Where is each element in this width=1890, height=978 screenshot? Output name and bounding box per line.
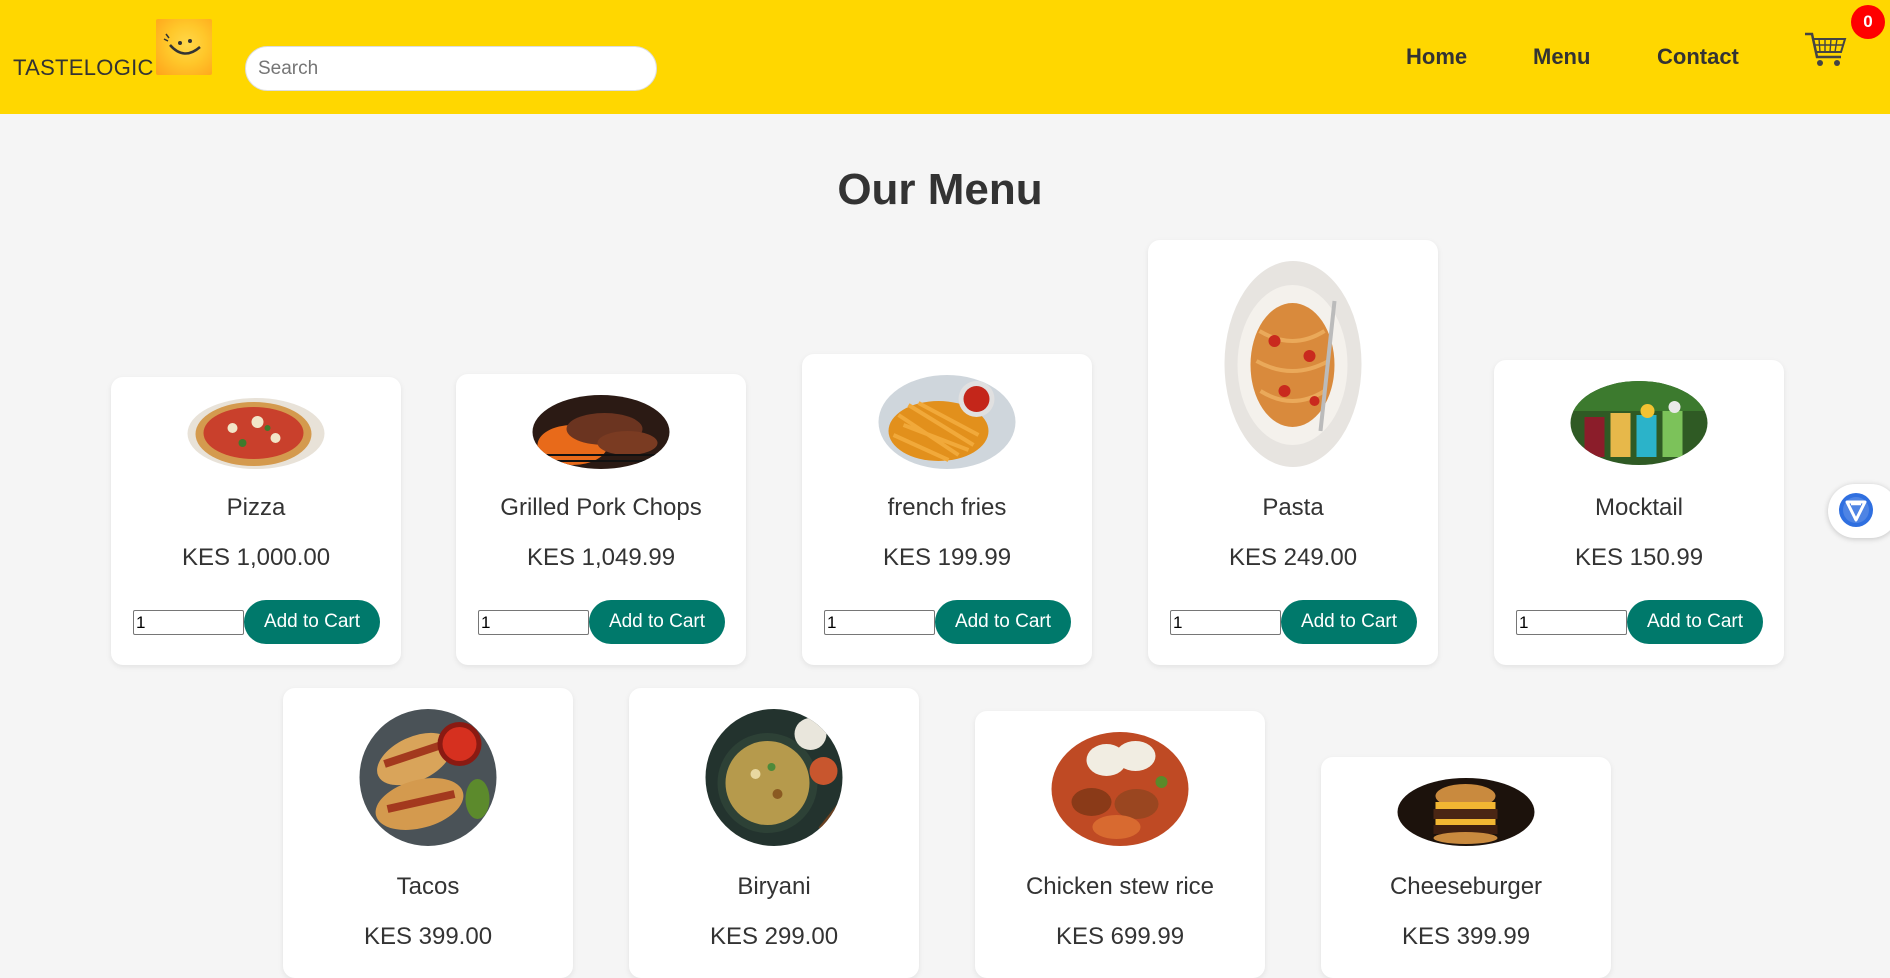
item-price: KES 699.99 (1055, 923, 1185, 950)
item-price: KES 1,000.00 (181, 544, 331, 571)
quantity-input[interactable] (133, 610, 244, 635)
item-name: french fries (887, 494, 1007, 521)
shopping-cart-icon[interactable] (1803, 30, 1849, 70)
chicken-stew-rice-image (1051, 732, 1189, 846)
menu-card-pasta: Pasta KES 249.00 Add to Cart (1148, 240, 1438, 665)
menu-card-biryani: Biryani KES 299.00 (629, 688, 919, 978)
item-name: Grilled Pork Chops (500, 494, 702, 521)
item-name: Chicken stew rice (1025, 873, 1215, 900)
grilled-pork-chops-image (532, 395, 670, 469)
item-price: KES 399.99 (1401, 923, 1531, 950)
brand-name[interactable]: TASTELOGIC (13, 55, 154, 81)
menu-card-grilled-pork-chops: Grilled Pork Chops KES 1,049.99 Add to C… (456, 374, 746, 665)
french-fries-image (878, 375, 1016, 469)
item-name: Mocktail (1594, 494, 1684, 521)
quantity-input[interactable] (1170, 610, 1281, 635)
menu-card-pizza: Pizza KES 1,000.00 Add to Cart (111, 377, 401, 665)
pasta-image (1224, 261, 1362, 467)
item-price: KES 199.99 (882, 544, 1012, 571)
nav-home-link[interactable]: Home (1406, 44, 1467, 70)
search-input[interactable] (245, 46, 657, 91)
quantity-input[interactable] (1516, 610, 1627, 635)
tacos-image (359, 709, 497, 846)
item-price: KES 1,049.99 (526, 544, 676, 571)
page-title: Our Menu (837, 165, 1043, 214)
item-price: KES 150.99 (1574, 544, 1704, 571)
menu-card-chicken-stew-rice: Chicken stew rice KES 699.99 (975, 711, 1265, 978)
item-name: Tacos (396, 873, 460, 900)
item-name: Pizza (226, 494, 286, 521)
pizza-image (187, 398, 325, 469)
floating-extension-button[interactable] (1828, 484, 1890, 538)
item-price: KES 249.00 (1228, 544, 1358, 571)
add-to-cart-button[interactable]: Add to Cart (1627, 600, 1763, 644)
menu-card-french-fries: french fries KES 199.99 Add to Cart (802, 354, 1092, 665)
item-name: Pasta (1262, 494, 1324, 521)
item-name: Biryani (737, 873, 811, 900)
add-to-cart-button[interactable]: Add to Cart (1281, 600, 1417, 644)
add-to-cart-button[interactable]: Add to Cart (589, 600, 725, 644)
brand-logo-icon[interactable] (156, 19, 212, 75)
cheeseburger-image (1397, 778, 1535, 846)
extension-v-icon (1839, 493, 1873, 527)
mocktail-image (1570, 381, 1708, 465)
add-to-cart-button[interactable]: Add to Cart (244, 600, 380, 644)
nav-contact-link[interactable]: Contact (1657, 44, 1739, 70)
menu-card-cheeseburger: Cheeseburger KES 399.99 (1321, 757, 1611, 978)
menu-card-mocktail: Mocktail KES 150.99 Add to Cart (1494, 360, 1784, 665)
top-header: TASTELOGIC Home Menu Contact 0 (0, 0, 1890, 114)
item-price: KES 399.00 (363, 923, 493, 950)
menu-card-tacos: Tacos KES 399.00 (283, 688, 573, 978)
cart-count-badge: 0 (1851, 5, 1885, 39)
add-to-cart-button[interactable]: Add to Cart (935, 600, 1071, 644)
quantity-input[interactable] (478, 610, 589, 635)
item-price: KES 299.00 (709, 923, 839, 950)
biryani-image (705, 709, 843, 846)
quantity-input[interactable] (824, 610, 935, 635)
item-name: Cheeseburger (1389, 873, 1543, 900)
nav-menu-link[interactable]: Menu (1533, 44, 1590, 70)
